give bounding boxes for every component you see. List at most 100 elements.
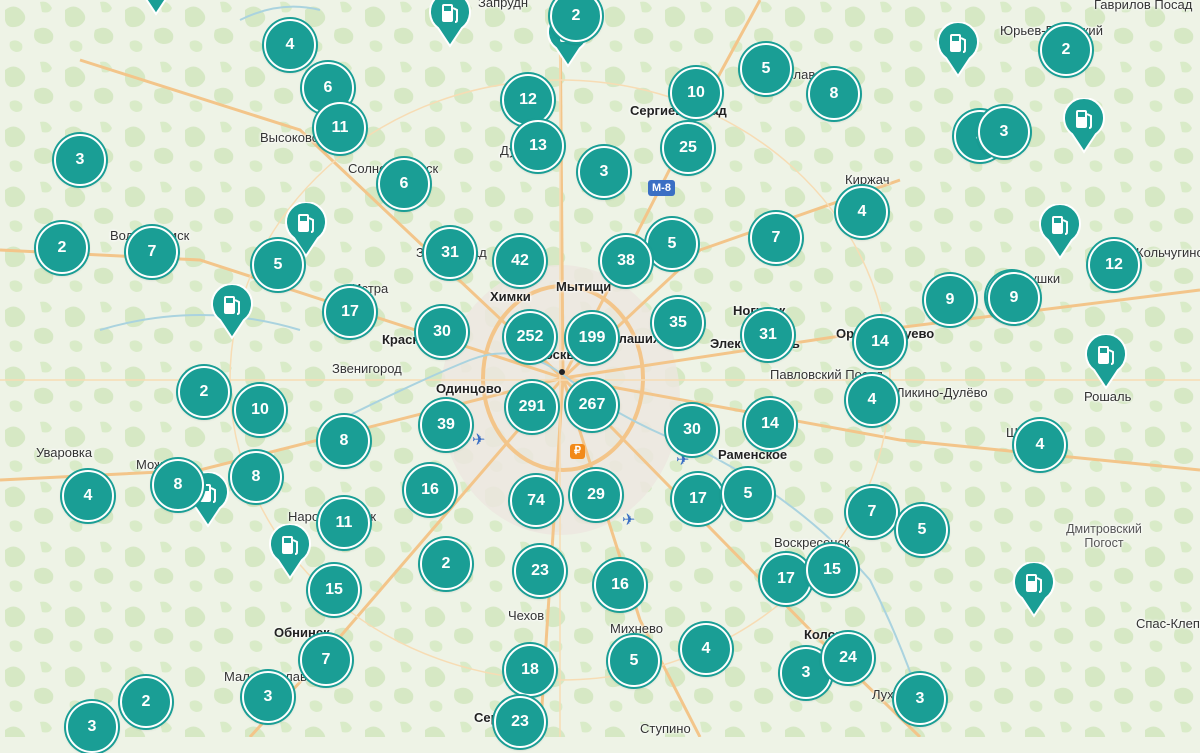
station-cluster[interactable]: 5 <box>740 43 792 95</box>
station-cluster[interactable]: 3 <box>978 106 1030 158</box>
place-label: Ступино <box>640 721 691 736</box>
station-cluster[interactable]: 3 <box>242 671 294 723</box>
station-cluster[interactable]: 8 <box>230 451 282 503</box>
fuel-pump-icon[interactable] <box>134 0 178 16</box>
station-cluster[interactable]: 2 <box>36 222 88 274</box>
fuel-pump-icon[interactable] <box>268 524 312 580</box>
station-cluster[interactable]: 291 <box>506 381 558 433</box>
fuel-pump-icon[interactable] <box>1038 204 1082 260</box>
place-label: Михнево <box>610 621 663 636</box>
place-label: Кольчугино <box>1136 245 1200 260</box>
station-cluster[interactable]: 4 <box>680 623 732 675</box>
station-cluster[interactable]: 4 <box>264 19 316 71</box>
station-cluster[interactable]: 35 <box>652 297 704 349</box>
place-label: Дмитровский Погост <box>1066 522 1142 550</box>
station-cluster[interactable]: 2 <box>420 538 472 590</box>
station-cluster[interactable]: 74 <box>510 475 562 527</box>
station-cluster[interactable]: 17 <box>760 553 812 605</box>
station-cluster[interactable]: 5 <box>896 504 948 556</box>
place-label: Спас-Клепики <box>1136 616 1200 631</box>
station-cluster[interactable]: 17 <box>324 286 376 338</box>
station-cluster[interactable]: 252 <box>504 311 556 363</box>
road-badge: М-8 <box>648 180 675 196</box>
fuel-pump-icon[interactable] <box>1062 98 1106 154</box>
station-cluster[interactable]: 14 <box>854 316 906 368</box>
place-label: Мытищи <box>556 279 612 294</box>
station-cluster[interactable]: 4 <box>1014 419 1066 471</box>
station-cluster[interactable]: 8 <box>808 68 860 120</box>
station-cluster[interactable]: 3 <box>54 134 106 186</box>
station-cluster[interactable]: 8 <box>152 459 204 511</box>
fuel-pump-icon[interactable] <box>210 284 254 340</box>
place-label: Рошаль <box>1084 389 1132 404</box>
station-cluster[interactable]: 11 <box>318 497 370 549</box>
place-label: Запрудн <box>478 0 529 10</box>
station-cluster[interactable]: 23 <box>494 696 546 748</box>
station-cluster[interactable]: 14 <box>744 398 796 450</box>
place-label: Раменское <box>718 447 788 462</box>
station-cluster[interactable]: 16 <box>404 464 456 516</box>
station-cluster[interactable]: 10 <box>670 67 722 119</box>
station-cluster[interactable]: 31 <box>742 309 794 361</box>
map-canvas[interactable]: Запрудн Гаврилов Посад Юрьев-Польский Се… <box>0 0 1200 753</box>
airport-icon: ✈ <box>472 432 486 449</box>
fuel-pump-icon[interactable] <box>1084 334 1128 390</box>
place-label: Химки <box>490 289 531 304</box>
station-cluster[interactable]: 4 <box>846 374 898 426</box>
airport-icon: ✈ <box>622 512 636 529</box>
station-cluster[interactable]: 5 <box>722 468 774 520</box>
station-cluster[interactable]: 16 <box>594 559 646 611</box>
station-cluster[interactable]: 3 <box>894 673 946 725</box>
station-cluster[interactable]: 7 <box>300 634 352 686</box>
place-label: Киржач <box>845 172 890 187</box>
fuel-pump-icon[interactable] <box>936 22 980 78</box>
station-cluster[interactable]: 31 <box>424 227 476 279</box>
station-cluster[interactable]: 9 <box>924 274 976 326</box>
station-cluster[interactable]: 13 <box>512 120 564 172</box>
station-cluster[interactable]: 38 <box>600 235 652 287</box>
station-cluster[interactable]: 5 <box>608 635 660 687</box>
place-label: Высоково <box>260 130 319 145</box>
station-cluster[interactable]: 23 <box>514 545 566 597</box>
station-cluster[interactable]: 39 <box>420 399 472 451</box>
station-cluster[interactable]: 17 <box>672 473 724 525</box>
station-cluster[interactable]: 5 <box>252 239 304 291</box>
station-cluster[interactable]: 25 <box>662 122 714 174</box>
place-label: Одинцово <box>436 381 502 396</box>
bank-icon: ₽ <box>570 444 585 459</box>
station-cluster[interactable]: 7 <box>750 212 802 264</box>
station-cluster[interactable]: 7 <box>846 486 898 538</box>
station-cluster[interactable]: 7 <box>126 226 178 278</box>
station-cluster[interactable]: 30 <box>416 306 468 358</box>
station-cluster[interactable]: 2 <box>1040 24 1092 76</box>
station-cluster[interactable]: 15 <box>308 564 360 616</box>
station-cluster[interactable]: 18 <box>504 644 556 696</box>
station-cluster[interactable]: 3 <box>578 146 630 198</box>
fuel-pump-icon[interactable] <box>1012 562 1056 618</box>
station-cluster[interactable]: 11 <box>314 102 366 154</box>
station-cluster[interactable]: 6 <box>378 158 430 210</box>
place-label: Уваровка <box>36 445 93 460</box>
station-cluster[interactable]: 12 <box>1088 239 1140 291</box>
station-cluster[interactable]: 199 <box>566 312 618 364</box>
station-cluster[interactable]: 2 <box>120 676 172 728</box>
station-cluster[interactable]: 9 <box>988 272 1040 324</box>
station-cluster[interactable]: 24 <box>822 632 874 684</box>
station-cluster[interactable]: 267 <box>566 379 618 431</box>
station-cluster[interactable]: 8 <box>318 415 370 467</box>
station-cluster[interactable]: 42 <box>494 235 546 287</box>
station-cluster[interactable]: 10 <box>234 384 286 436</box>
place-label: Звенигород <box>332 361 402 376</box>
station-cluster[interactable]: 30 <box>666 404 718 456</box>
place-label: Ликино-Дулёво <box>896 385 988 400</box>
station-cluster[interactable]: 3 <box>66 701 118 753</box>
fuel-pump-icon[interactable] <box>428 0 472 48</box>
station-cluster[interactable]: 4 <box>62 470 114 522</box>
station-cluster[interactable]: 2 <box>178 366 230 418</box>
station-cluster[interactable]: 15 <box>806 544 858 596</box>
place-label: Чехов <box>508 608 545 623</box>
station-cluster[interactable]: 29 <box>570 469 622 521</box>
station-cluster[interactable]: 12 <box>502 74 554 126</box>
station-cluster[interactable]: 5 <box>646 218 698 270</box>
station-cluster[interactable]: 4 <box>836 186 888 238</box>
